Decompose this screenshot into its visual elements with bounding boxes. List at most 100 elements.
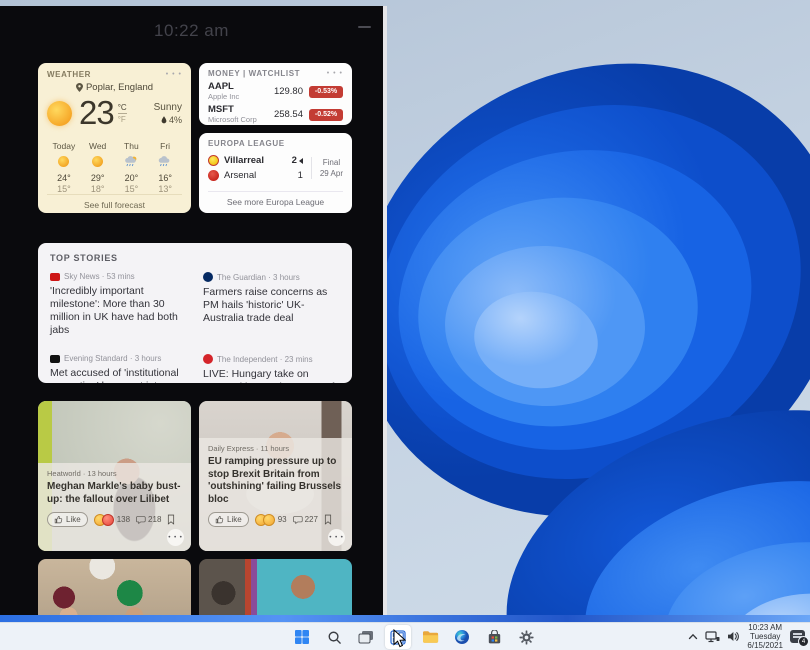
comment-icon	[136, 515, 146, 525]
windows-logo-icon	[294, 629, 310, 645]
away-team-row: Arsenal 1	[208, 168, 303, 183]
sun-icon	[58, 156, 69, 167]
notification-center-button[interactable]: 4	[790, 630, 805, 643]
settings-button[interactable]	[513, 625, 539, 649]
widgets-card-area: WEATHER • • • Poplar, England 23 °C °F	[38, 63, 352, 621]
weather-title: WEATHER	[47, 70, 91, 79]
search-icon	[327, 630, 342, 645]
stock-price: 129.80	[274, 86, 303, 97]
search-button[interactable]	[321, 625, 347, 649]
droplet-icon	[161, 116, 167, 124]
money-title: MONEY | WATCHLIST	[208, 69, 300, 78]
story-headline[interactable]: LIVE: Hungary take on Portugal in openin…	[203, 368, 340, 383]
network-icon[interactable]	[705, 631, 720, 643]
independent-logo-icon	[203, 354, 213, 364]
like-button[interactable]: Like	[47, 512, 88, 527]
story-item[interactable]: The Guardian · 3 hours Farmers raise con…	[203, 272, 340, 337]
bookmark-icon[interactable]	[167, 514, 175, 525]
match-score[interactable]: Villarreal 2 Arsenal 1	[208, 153, 343, 183]
forecast-day: Today 24° 15°	[47, 141, 81, 194]
story-headline[interactable]: Met accused of 'institutional corruption…	[50, 367, 187, 383]
news-headline[interactable]: Meghan Markle's baby bust-up: the fallou…	[47, 481, 182, 506]
villarreal-crest-icon	[208, 155, 219, 166]
rain-showers-icon	[124, 156, 138, 167]
sky-news-logo-icon	[50, 273, 60, 281]
top-stories-widget: TOP STORIES Sky News · 53 mins 'Incredib…	[38, 243, 352, 383]
money-menu-button[interactable]: • • •	[327, 72, 343, 76]
match-status: Final 29 Apr	[311, 157, 343, 179]
card-more-button[interactable]: • • •	[328, 529, 345, 546]
weather-menu-button[interactable]: • • •	[166, 73, 182, 77]
location-pin-icon	[76, 83, 83, 92]
task-view-icon	[358, 630, 374, 645]
file-explorer-button[interactable]	[417, 625, 443, 649]
thumb-up-icon	[215, 515, 224, 524]
news-meta: Heatworld · 13 hours	[47, 469, 182, 478]
like-button[interactable]: Like	[208, 512, 249, 527]
fahrenheit-label[interactable]: °F	[118, 114, 127, 124]
bookmark-icon[interactable]	[324, 514, 332, 525]
comments-count[interactable]: 218	[136, 515, 161, 525]
story-item[interactable]: Evening Standard · 3 hours Met accused o…	[50, 354, 187, 383]
forecast-day: Wed 29° 18°	[81, 141, 115, 194]
forecast-row: Today 24° 15° Wed 29° 18° Thu	[47, 141, 182, 194]
folder-icon	[422, 630, 439, 644]
unit-toggle[interactable]: °C °F	[118, 103, 127, 124]
weather-widget[interactable]: WEATHER • • • Poplar, England 23 °C °F	[38, 63, 191, 213]
stock-company: Apple Inc	[208, 92, 239, 101]
news-headline[interactable]: EU ramping pressure up to stop Brexit Br…	[208, 456, 343, 506]
reactions-count[interactable]: 138	[94, 514, 130, 526]
tray-chevron-icon[interactable]	[688, 633, 698, 640]
heart-emoji-icon	[102, 514, 114, 526]
story-meta-text: The Independent · 23 mins	[217, 355, 313, 364]
start-button[interactable]	[289, 625, 315, 649]
celsius-label[interactable]: °C	[118, 103, 127, 114]
volume-icon[interactable]	[727, 631, 740, 642]
task-view-button[interactable]	[353, 625, 379, 649]
stock-row[interactable]: MSFT Microsoft Corp 258.54 -0.52%	[208, 105, 343, 124]
widgets-clock: 10:22 am	[0, 21, 383, 41]
home-team-row: Villarreal 2	[208, 153, 303, 168]
reactions-count[interactable]: 93	[255, 514, 287, 526]
tray-day: Tuesday	[747, 632, 783, 641]
see-more-europa-link[interactable]: See more Europa League	[208, 191, 343, 207]
news-meta: Daily Express · 11 hours	[208, 444, 343, 453]
story-headline[interactable]: Farmers raise concerns as PM hails 'hist…	[203, 286, 340, 325]
stock-symbol: AAPL	[208, 82, 239, 92]
tray-clock[interactable]: 10:23 AM Tuesday 6/15/2021	[747, 623, 783, 650]
store-button[interactable]	[481, 625, 507, 649]
news-image-partial-left[interactable]	[38, 559, 191, 621]
story-headline[interactable]: 'Incredibly important milestone': More t…	[50, 285, 187, 337]
arsenal-crest-icon	[208, 170, 219, 181]
story-meta-text: Sky News · 53 mins	[64, 272, 135, 281]
rain-icon	[158, 156, 172, 167]
mouse-cursor	[393, 629, 406, 648]
weather-condition: Sunny	[154, 102, 182, 113]
edge-button[interactable]	[449, 625, 475, 649]
stock-company: Microsoft Corp	[208, 115, 257, 124]
story-meta-text: Evening Standard · 3 hours	[64, 354, 161, 363]
wow-emoji-icon	[263, 514, 275, 526]
see-full-forecast-link[interactable]: See full forecast	[47, 194, 182, 210]
stock-change-badge: -0.52%	[309, 109, 343, 121]
story-item[interactable]: Sky News · 53 mins 'Incredibly important…	[50, 272, 187, 337]
stock-row[interactable]: AAPL Apple Inc 129.80 -0.53%	[208, 82, 343, 101]
news-card-meghan[interactable]: Heatworld · 13 hours Meghan Markle's bab…	[38, 401, 191, 551]
precip-chance: 4%	[169, 115, 182, 125]
panel-minimize-button[interactable]	[358, 26, 371, 28]
sports-title: EUROPA LEAGUE	[208, 139, 285, 148]
sun-icon	[92, 156, 103, 167]
money-widget[interactable]: MONEY | WATCHLIST • • • AAPL Apple Inc 1…	[199, 63, 352, 125]
edge-browser-icon	[454, 629, 470, 645]
news-image-partial-right[interactable]	[199, 559, 352, 621]
stock-price: 258.54	[274, 109, 303, 120]
forecast-day: Fri 16° 13°	[148, 141, 182, 194]
news-card-brexit[interactable]: Daily Express · 11 hours EU ramping pres…	[199, 401, 352, 551]
comments-count[interactable]: 227	[293, 515, 318, 525]
evening-standard-logo-icon	[50, 355, 60, 363]
card-more-button[interactable]: • • •	[167, 529, 184, 546]
story-item[interactable]: The Independent · 23 mins LIVE: Hungary …	[203, 354, 340, 383]
sports-widget[interactable]: EUROPA LEAGUE Villarreal 2	[199, 133, 352, 213]
forecast-day: Thu 20° 15°	[115, 141, 149, 194]
stock-change-badge: -0.53%	[309, 86, 343, 98]
